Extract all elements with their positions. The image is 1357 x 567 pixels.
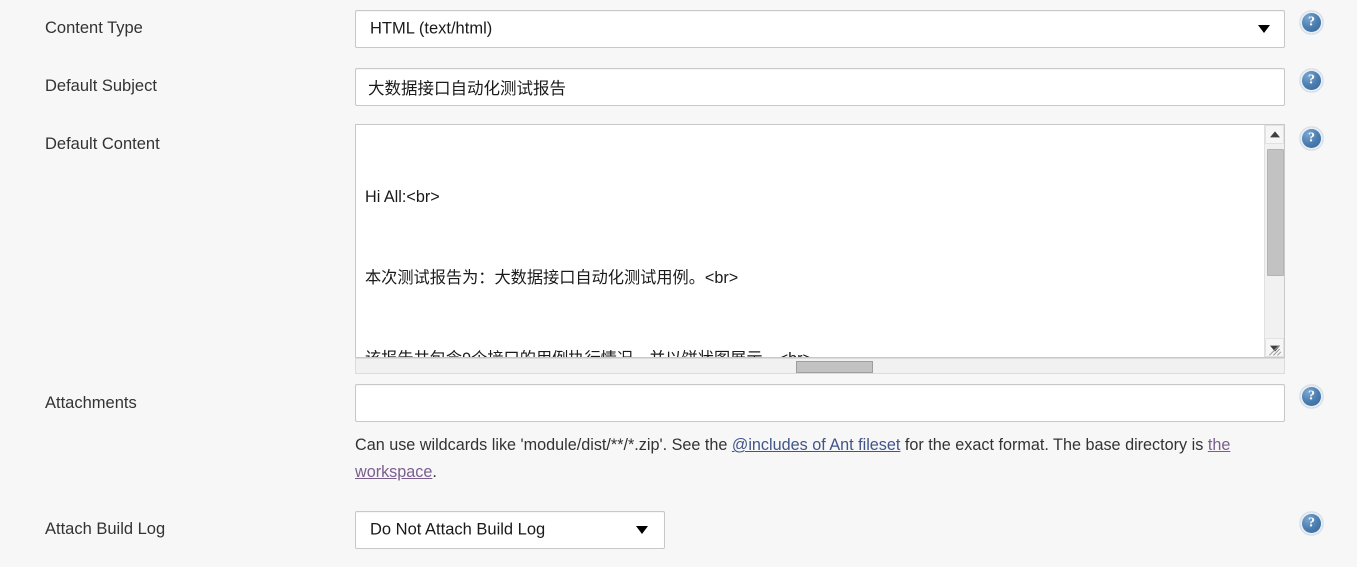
textarea-horizontal-scrollbar[interactable] [355,358,1285,374]
label-attachments: Attachments [45,393,137,413]
attachments-description-text-4: . [432,463,437,481]
attachments-input[interactable] [355,384,1285,422]
ant-fileset-includes-link[interactable]: @includes of Ant fileset [732,436,901,454]
label-default-content: Default Content [45,134,160,154]
textarea-line: 本次测试报告为：大数据接口自动化测试用例。<br> [365,265,1258,292]
content-type-select-value: HTML (text/html) [370,20,492,39]
row-attachments: Attachments Can use wildcards like 'modu… [0,374,1357,499]
help-icon-default-subject[interactable]: ? [1300,69,1323,92]
chevron-down-icon [1258,25,1270,33]
help-icon-glyph: ? [1300,131,1323,145]
help-icon-attachments[interactable]: ? [1300,385,1323,408]
default-content-text[interactable]: Hi All:<br> 本次测试报告为：大数据接口自动化测试用例。<br> 该报… [365,130,1258,357]
row-default-content: Default Content Hi All:<br> 本次测试报告为：大数据接… [0,116,1357,368]
attachments-description-text-2: for the exact format. The base [900,436,1120,454]
scroll-up-button[interactable] [1265,125,1284,144]
attachments-description: Can use wildcards like 'module/dist/**/*… [355,432,1285,486]
default-subject-input[interactable]: 大数据接口自动化测试报告 [355,68,1285,106]
textarea-line: Hi All:<br> [365,184,1258,211]
label-content-type: Content Type [45,18,143,38]
help-icon-glyph: ? [1300,389,1323,403]
help-icon-glyph: ? [1300,516,1323,530]
help-icon-attach-build-log[interactable]: ? [1300,512,1323,535]
arrow-up-icon [1270,131,1280,137]
help-icon-glyph: ? [1300,15,1323,29]
attachments-description-text-3: directory is [1125,436,1208,454]
horizontal-scroll-thumb[interactable] [796,361,873,373]
textarea-line: 该报告共包含9个接口的用例执行情况，并以饼状图展示。<br> [365,346,1258,357]
row-attach-build-log: Attach Build Log Do Not Attach Build Log… [0,500,1357,567]
default-content-textarea[interactable]: Hi All:<br> 本次测试报告为：大数据接口自动化测试用例。<br> 该报… [355,124,1285,358]
textarea-resize-handle[interactable] [1268,341,1284,357]
help-icon-content-type[interactable]: ? [1300,11,1323,34]
attach-build-log-select-value: Do Not Attach Build Log [370,521,545,540]
attachments-description-text-1: Can use wildcards like 'module/dist/**/*… [355,436,732,454]
chevron-down-icon [636,526,648,534]
help-icon-default-content[interactable]: ? [1300,127,1323,150]
row-default-subject: Default Subject 大数据接口自动化测试报告 ? [0,58,1357,116]
attach-build-log-select[interactable]: Do Not Attach Build Log [355,511,665,549]
textarea-vertical-scrollbar[interactable] [1264,125,1284,357]
help-icon-glyph: ? [1300,73,1323,87]
content-type-select[interactable]: HTML (text/html) [355,10,1285,48]
label-attach-build-log: Attach Build Log [45,519,165,539]
default-subject-value: 大数据接口自动化测试报告 [368,75,566,99]
row-content-type: Content Type HTML (text/html) ? [0,0,1357,58]
label-default-subject: Default Subject [45,76,157,96]
vertical-scroll-thumb[interactable] [1267,149,1284,276]
